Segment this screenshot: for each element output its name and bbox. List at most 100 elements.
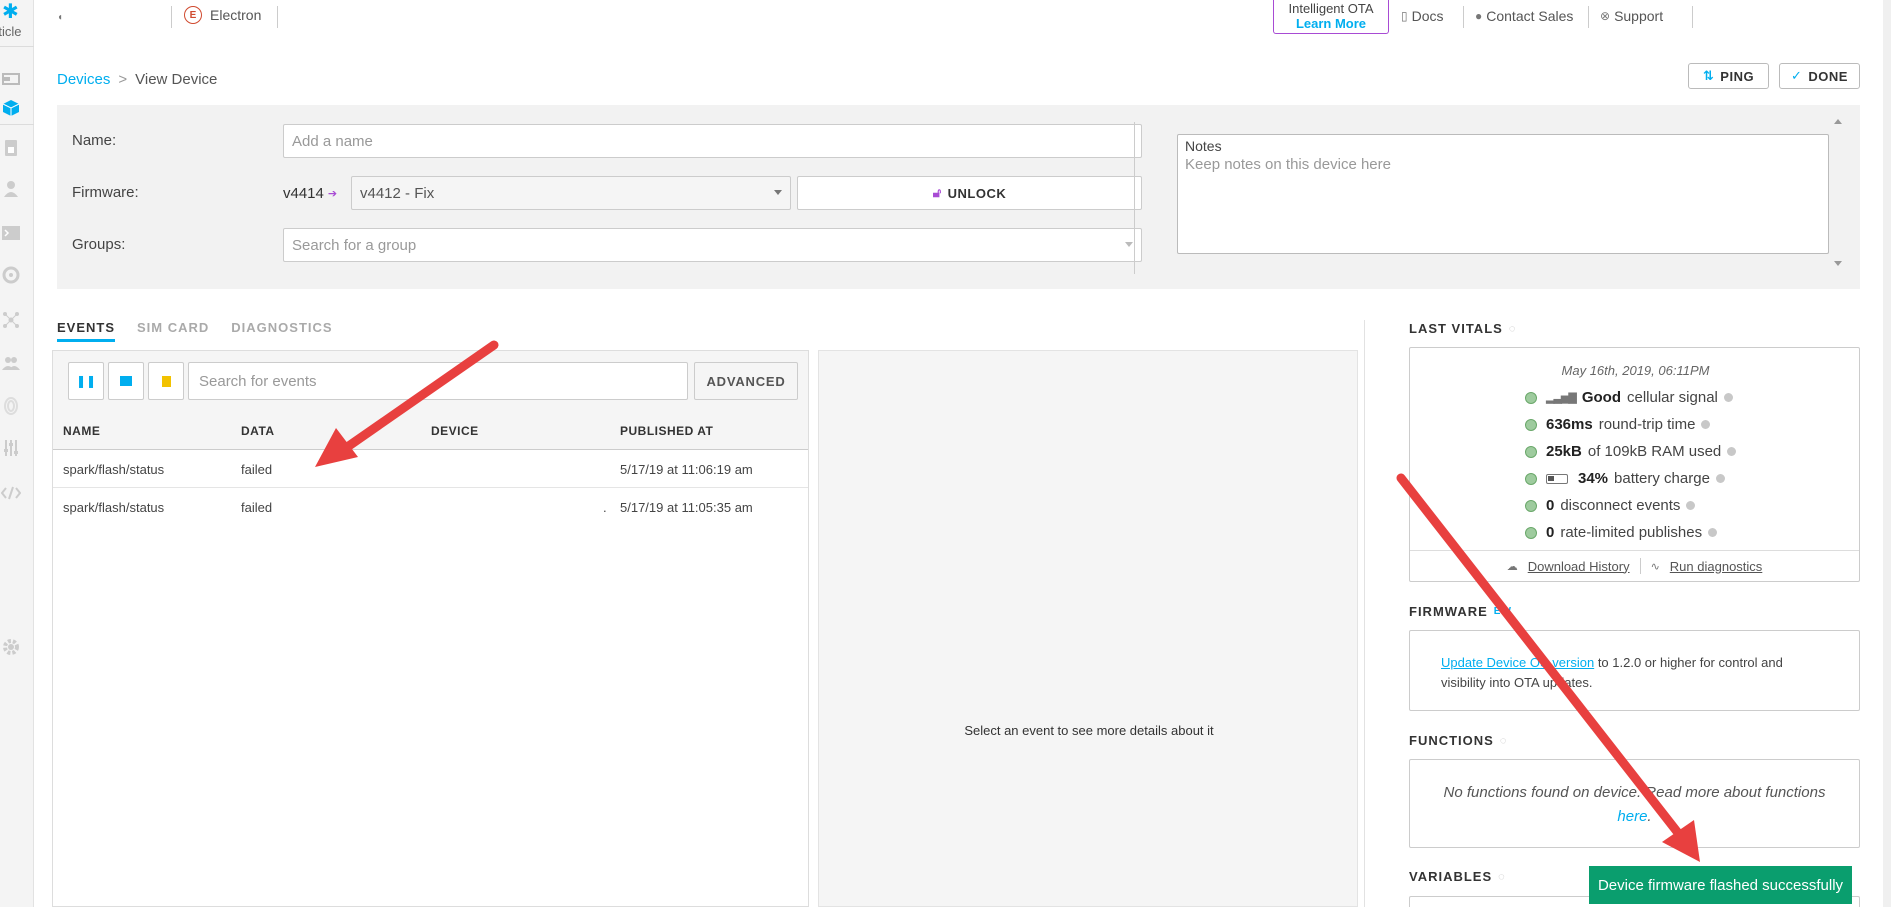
ping-button[interactable]: ⇅ PING [1688,63,1769,89]
sidebar-item-devices-icon[interactable] [0,97,22,119]
sidebar-item-back-icon[interactable] [0,68,22,90]
events-toolbar: ❚❚ Search for events ADVANCED [53,351,808,413]
refresh-icon[interactable]: ◌ [1498,871,1506,883]
info-icon[interactable] [1708,528,1718,537]
unlock-label: UNLOCK [947,185,1007,201]
variables-heading: VARIABLES ◌ [1409,869,1506,884]
vital-rate-limited: 0 rate-limited publishes [1525,524,1718,541]
notes-label: Notes [1185,138,1222,154]
event-data: failed [241,462,273,477]
column-name[interactable]: NAME [63,424,100,438]
pause-button[interactable]: ❚❚ [68,362,104,400]
download-cloud-icon: ☁ [1506,560,1518,573]
status-ok-icon [1525,445,1537,458]
sidebar-item-team-icon[interactable] [0,352,22,374]
electron-badge-icon: E [184,6,202,24]
done-button[interactable]: ✓ DONE [1779,63,1860,89]
status-ok-icon [1525,418,1537,431]
info-icon[interactable] [1686,501,1696,510]
nav-divider [1463,6,1464,28]
terminal-button[interactable] [108,362,144,400]
functions-empty-text: No functions found on device. Read more … [1443,784,1826,801]
signal-bars-icon: ▂▃▅▇ [1546,392,1577,404]
page-scrollbar[interactable] [1883,0,1891,907]
functions-here-link[interactable]: here [1617,808,1647,825]
scroll-up-icon[interactable] [1834,119,1842,124]
sidebar-item-integrations-icon[interactable] [0,264,22,286]
advanced-button[interactable]: ADVANCED [694,362,798,400]
success-toast[interactable]: Device firmware flashed successfully [1589,866,1852,904]
event-published-at: 5/17/19 at 11:05:35 am [620,500,753,515]
events-search-input[interactable]: Search for events [188,362,688,400]
column-divider [1364,320,1365,907]
events-table-header: NAME DATA DEVICE PUBLISHED AT [53,413,808,450]
info-icon[interactable] [1715,474,1725,483]
info-icon[interactable] [1727,447,1737,456]
vital-round-trip: 636ms round-trip time [1525,416,1711,433]
contact-sales-link[interactable]: ● Contact Sales [1475,8,1573,24]
device-info-panel: Name: Add a name Firmware: v4414 ➔ v4412… [57,105,1860,289]
refresh-icon[interactable]: ◌ [1500,735,1508,747]
event-name: spark/flash/status [63,462,165,477]
particle-logo[interactable]: ✱ rticle [0,0,34,44]
ping-label: PING [1720,68,1755,84]
tab-diagnostics[interactable]: DIAGNOSTICS [231,320,332,342]
firmware-select[interactable]: v4412 - Fix [351,176,791,210]
vital-text: round-trip time [1598,416,1696,433]
terminal-icon [120,376,132,386]
info-icon[interactable] [1723,393,1733,402]
breadcrumb: Devices > View Device [57,71,217,88]
ota-learn-more-link[interactable]: Learn More [1274,16,1388,31]
sidebar-divider [0,46,34,47]
event-data: failed [241,500,273,515]
vital-text: battery charge [1614,470,1710,487]
run-diagnostics-link[interactable]: Run diagnostics [1670,559,1763,574]
firmware-select-value: v4412 - Fix [360,185,435,202]
download-history-link[interactable]: Download History [1528,559,1630,574]
breadcrumb-devices-link[interactable]: Devices [57,71,110,88]
refresh-icon[interactable]: ◌ [1509,323,1517,335]
event-published-at: 5/17/19 at 11:06:19 am [620,462,753,477]
ping-arrows-icon: ⇅ [1702,68,1715,83]
tab-sim-card[interactable]: SIM CARD [137,320,209,342]
scroll-down-icon[interactable] [1834,261,1842,266]
clear-events-button[interactable] [148,362,184,400]
column-data[interactable]: DATA [241,424,275,438]
firmware-panel: Update Device OS version to 1.2.0 or hig… [1409,630,1860,711]
groups-search-input[interactable]: Search for a group [283,228,1142,262]
vital-ram: 25kB of 109kB RAM used [1525,443,1737,460]
top-nav: ◖ E Electron Intelligent OTA Learn More … [34,0,1891,34]
sidebar-item-console-icon[interactable] [0,222,22,244]
vital-text: of 109kB RAM used [1587,443,1722,460]
tab-events[interactable]: EVENTS [57,320,116,342]
variables-title: VARIABLES [1409,869,1493,884]
status-ok-icon [1525,526,1537,539]
notes-placeholder: Keep notes on this device here [1185,156,1391,173]
vital-value: 25kB [1546,443,1582,460]
unlock-button[interactable]: 🔓︎ UNLOCK [797,176,1142,210]
sidebar-item-sim-icon[interactable] [0,137,22,159]
intelligent-ota-banner[interactable]: Intelligent OTA Learn More [1273,0,1389,34]
vitals-date: May 16th, 2019, 06:11PM [1561,363,1710,378]
device-name-input[interactable]: Add a name [283,124,1142,158]
sidebar-item-mesh-icon[interactable] [0,309,22,331]
column-published-at[interactable]: PUBLISHED AT [620,424,713,438]
info-icon[interactable] [1701,420,1711,429]
update-device-os-link[interactable]: Update Device OS version [1441,655,1594,670]
sidebar-item-settings-sliders-icon[interactable] [0,437,22,459]
sidebar-item-code-icon[interactable] [0,482,22,504]
sidebar-item-user-icon[interactable] [0,178,22,200]
column-device[interactable]: DEVICE [431,424,479,438]
support-link[interactable]: ⊗ Support [1600,8,1663,24]
docs-link[interactable]: ▯ Docs [1401,8,1444,24]
sidebar-item-fingerprint-icon[interactable] [0,395,22,417]
logo-text: rticle [0,24,22,39]
battery-icon [1546,473,1568,484]
device-type-label: Electron [210,7,262,23]
notes-textarea[interactable]: Notes Keep notes on this device here [1177,134,1829,254]
sidebar-item-gear-icon[interactable] [0,636,22,658]
table-row[interactable]: spark/flash/status failed . 5/17/19 at 1… [53,488,808,526]
nav-divider [1692,6,1693,28]
table-row[interactable]: spark/flash/status failed 5/17/19 at 11:… [53,450,808,488]
vitals-panel: May 16th, 2019, 06:11PM ▂▃▅▇ Good cellul… [1409,347,1860,582]
